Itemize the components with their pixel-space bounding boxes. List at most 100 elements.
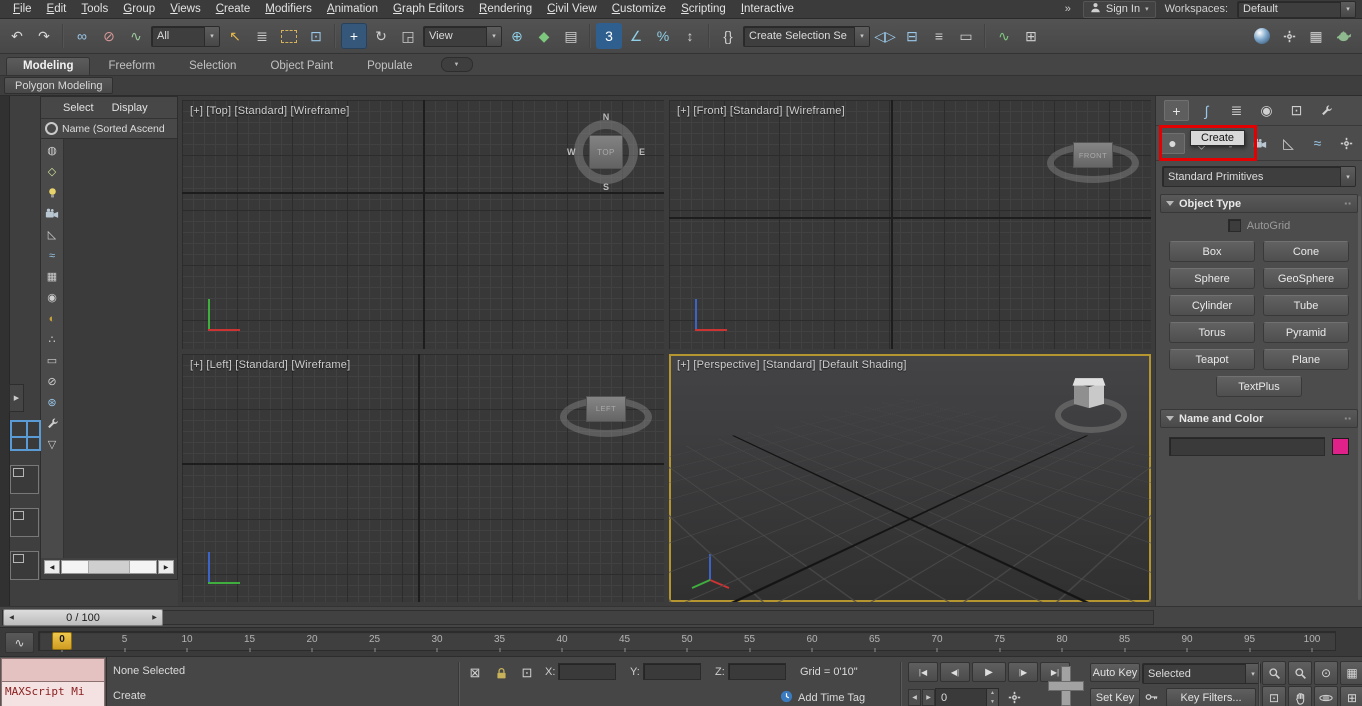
object-type-teapot-button[interactable]: Teapot xyxy=(1169,349,1255,370)
explorer-horizontal-scrollbar[interactable]: ◀ ▶ xyxy=(44,560,174,574)
compass-west[interactable]: W xyxy=(567,147,576,157)
autogrid-checkbox[interactable] xyxy=(1227,219,1241,232)
percent-snap-toggle-icon[interactable]: % xyxy=(650,23,676,49)
menu-animation[interactable]: Animation xyxy=(320,2,385,16)
viewport-front-label[interactable]: [+] [Front] [Standard] [Wireframe] xyxy=(677,105,845,117)
cameras-category-icon[interactable] xyxy=(1247,133,1272,154)
spinner-down-icon[interactable]: ▼ xyxy=(987,697,998,706)
display-lights-icon[interactable] xyxy=(43,184,61,201)
object-type-plane-button[interactable]: Plane xyxy=(1263,349,1349,370)
viewport-left[interactable]: [+] [Left] [Standard] [Wireframe] LEFT xyxy=(182,353,664,602)
select-and-link-icon[interactable]: ∞ xyxy=(69,23,95,49)
bind-to-space-warp-icon[interactable]: ∿ xyxy=(123,23,149,49)
mini-curve-editor-button[interactable]: ∿ xyxy=(5,632,34,653)
select-by-name-icon[interactable]: ≣ xyxy=(249,23,275,49)
zoom-region-icon[interactable]: ⊡ xyxy=(1262,686,1286,706)
time-configuration-icon[interactable] xyxy=(1004,689,1024,705)
scroll-right-icon[interactable]: ▶ xyxy=(158,560,174,574)
pan-view-icon[interactable] xyxy=(1288,686,1312,706)
curve-editor-icon[interactable]: ∿ xyxy=(991,23,1017,49)
spinner-snap-toggle-icon[interactable]: ↕ xyxy=(677,23,703,49)
filter-combinations-icon[interactable]: ▽ xyxy=(43,436,61,453)
render-setup-icon[interactable] xyxy=(1276,23,1302,49)
menu-group[interactable]: Group xyxy=(116,2,162,16)
menu-graph-editors[interactable]: Graph Editors xyxy=(386,2,471,16)
space-warps-category-icon[interactable]: ≈ xyxy=(1305,133,1330,154)
explorer-column-header[interactable]: Name (Sorted Ascend xyxy=(41,119,177,139)
object-type-cone-button[interactable]: Cone xyxy=(1263,241,1349,262)
viewcube-face-left[interactable]: LEFT xyxy=(586,395,626,422)
redo-icon[interactable]: ↷ xyxy=(31,23,57,49)
menu-modifiers[interactable]: Modifiers xyxy=(258,2,319,16)
display-shapes-icon[interactable]: ◇ xyxy=(43,163,61,180)
explorer-tab-select[interactable]: Select xyxy=(57,101,100,115)
key-filters-button[interactable]: Key Filters... xyxy=(1166,688,1256,706)
explorer-settings-icon[interactable] xyxy=(43,415,61,432)
selection-filter-dropdown[interactable]: All ▾ xyxy=(151,25,220,47)
zoom-all-icon[interactable] xyxy=(1288,661,1312,685)
object-type-box-button[interactable]: Box xyxy=(1169,241,1255,262)
ribbon-tab-selection[interactable]: Selection xyxy=(173,58,252,75)
object-type-cylinder-button[interactable]: Cylinder xyxy=(1169,295,1255,316)
navigation-pad-icon[interactable] xyxy=(1048,666,1084,706)
menu-views[interactable]: Views xyxy=(163,2,207,16)
layout-tab-preset-4[interactable] xyxy=(10,551,39,580)
viewport-top[interactable]: [+] [Top] [Standard] [Wireframe] N S W E… xyxy=(182,100,664,349)
auto-key-button[interactable]: Auto Key xyxy=(1090,663,1140,682)
polygon-modeling-panel[interactable]: Polygon Modeling xyxy=(4,77,114,94)
viewport-front[interactable]: [+] [Front] [Standard] [Wireframe] FRONT xyxy=(669,100,1151,349)
ribbon-options-dropdown[interactable]: ▼ xyxy=(440,57,473,72)
scrollbar-thumb[interactable] xyxy=(88,561,130,573)
viewport-perspective[interactable]: [+] [Perspective] [Standard] [Default Sh… xyxy=(669,353,1151,602)
systems-category-icon[interactable] xyxy=(1334,133,1359,154)
display-helpers-icon[interactable]: ◺ xyxy=(43,226,61,243)
rectangular-selection-region-icon[interactable] xyxy=(276,23,302,49)
time-slider-thumb[interactable]: ◀ 0 / 100 ▶ xyxy=(3,609,163,626)
scroll-left-icon[interactable]: ◀ xyxy=(44,560,60,574)
menu-scripting[interactable]: Scripting xyxy=(674,2,733,16)
viewcube-face-front[interactable]: FRONT xyxy=(1073,142,1113,168)
ribbon-tab-modeling[interactable]: Modeling xyxy=(6,57,91,75)
toggle-ribbon-icon[interactable]: ▭ xyxy=(953,23,979,49)
use-pivot-point-center-icon[interactable]: ⊕ xyxy=(504,23,530,49)
z-input[interactable] xyxy=(727,663,786,680)
display-containers-icon[interactable]: ▭ xyxy=(43,352,61,369)
viewport-perspective-label[interactable]: [+] [Perspective] [Standard] [Default Sh… xyxy=(677,359,907,371)
viewcube-front[interactable]: FRONT xyxy=(1047,130,1139,183)
viewcube-top-face[interactable] xyxy=(1072,377,1106,386)
scrollbar-track[interactable] xyxy=(61,560,157,574)
menu-rendering[interactable]: Rendering xyxy=(472,2,539,16)
display-cameras-icon[interactable] xyxy=(43,205,61,222)
object-type-pyramid-button[interactable]: Pyramid xyxy=(1263,322,1349,343)
ribbon-tab-populate[interactable]: Populate xyxy=(351,58,428,75)
hierarchy-tab-icon[interactable]: ≣ xyxy=(1224,100,1249,121)
object-name-input[interactable] xyxy=(1169,437,1325,456)
isolate-selection-toggle-icon[interactable]: ⊠ xyxy=(464,663,486,683)
next-key-icon[interactable]: ▶ xyxy=(922,689,935,706)
render-production-icon[interactable] xyxy=(1330,23,1356,49)
go-to-start-button[interactable]: |◀ xyxy=(908,662,938,682)
maxscript-mini-listener[interactable]: MAXScript Mi xyxy=(0,657,107,706)
y-input[interactable] xyxy=(642,663,701,680)
mirror-icon[interactable]: ◁▷ xyxy=(872,23,898,49)
workspaces-dropdown[interactable]: Default ▾ xyxy=(1237,0,1356,18)
select-and-manipulate-icon[interactable]: ◆ xyxy=(531,23,557,49)
selection-lock-toggle-icon[interactable] xyxy=(490,663,512,683)
schematic-view-icon[interactable]: ⊞ xyxy=(1018,23,1044,49)
utilities-tab-icon[interactable] xyxy=(1314,100,1339,121)
object-color-swatch[interactable] xyxy=(1332,438,1349,455)
select-and-uniform-scale-icon[interactable]: ◲ xyxy=(395,23,421,49)
name-color-rollout-header[interactable]: Name and Color ▪▪ xyxy=(1160,409,1358,428)
viewcube-3d[interactable] xyxy=(1051,368,1131,436)
keyboard-shortcut-override-icon[interactable]: ▤ xyxy=(558,23,584,49)
angle-snap-toggle-icon[interactable]: ∠ xyxy=(623,23,649,49)
compass-south[interactable]: S xyxy=(603,182,609,192)
next-frame-button[interactable]: |▶ xyxy=(1008,662,1038,682)
display-space-warps-icon[interactable]: ≈ xyxy=(43,247,61,264)
snaps-toggle-3d-icon[interactable]: 3 xyxy=(596,23,622,49)
menu-edit[interactable]: Edit xyxy=(40,2,74,16)
menu-civil-view[interactable]: Civil View xyxy=(540,2,604,16)
motion-tab-icon[interactable]: ◉ xyxy=(1254,100,1279,121)
maxscript-listener-pane[interactable]: MAXScript Mi xyxy=(1,682,105,706)
display-frozen-icon[interactable]: ⊛ xyxy=(43,394,61,411)
